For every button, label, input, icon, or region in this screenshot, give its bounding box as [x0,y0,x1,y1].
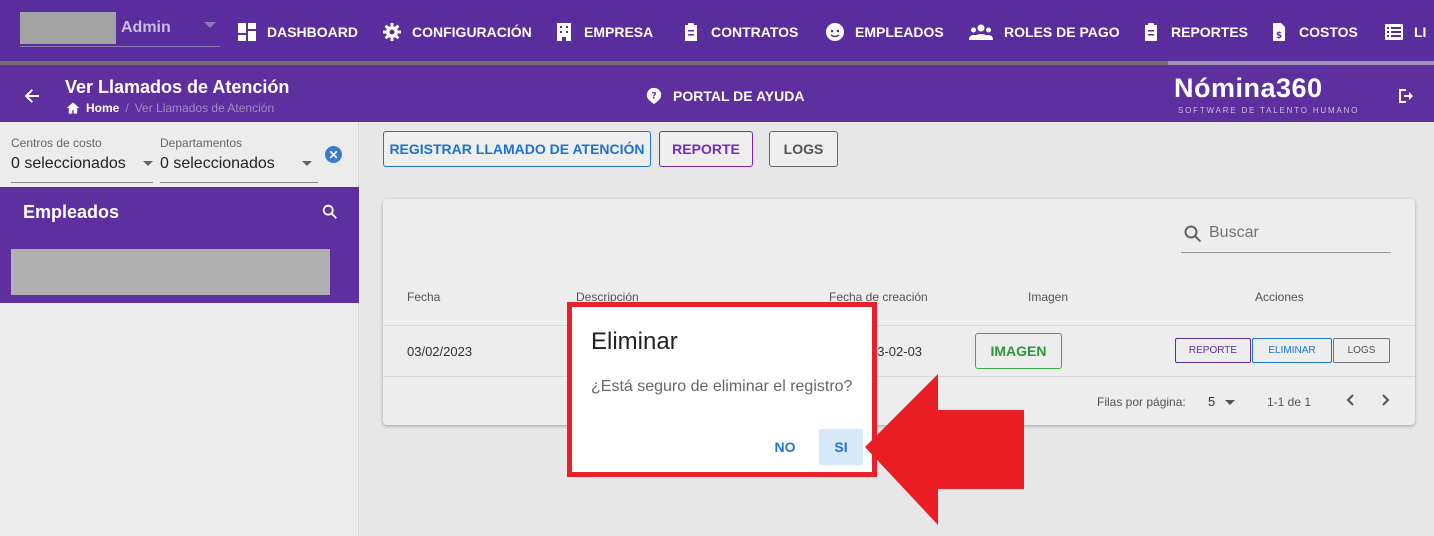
dialog-message: ¿Está seguro de eliminar el registro? [591,378,853,395]
clipboard-icon [1145,23,1157,41]
nav-dashboard-label: DASHBOARD [267,24,358,40]
svg-text:$: $ [1276,31,1282,41]
nav-contratos[interactable]: CONTRATOS [681,0,798,64]
nav-empleados-label: EMPLEADOS [855,24,944,40]
building-icon [557,23,571,41]
help-portal-link[interactable]: ? PORTAL DE AYUDA [645,87,804,105]
breadcrumb-current: Ver Llamados de Atención [134,101,275,115]
employee-list-item-redacted[interactable] [11,249,330,295]
clipboard-icon [685,23,697,41]
dialog-title: Eliminar [591,328,678,355]
nav-dashboard[interactable]: DASHBOARD [237,0,358,64]
dashboard-icon [238,23,256,41]
nav-costos-label: COSTOS [1299,24,1358,40]
user-avatar-redacted[interactable] [20,12,116,44]
cost-center-select[interactable]: 0 seleccionados [11,155,126,173]
department-underline [160,182,318,183]
department-caret-icon[interactable] [302,161,312,166]
file-dollar-icon: $ [1273,23,1285,41]
nav-reportes-label: REPORTES [1171,24,1249,40]
home-icon[interactable] [66,101,80,115]
cost-center-label: Centros de costo [11,136,102,150]
group-icon [969,24,993,40]
dialog-no-button[interactable]: NO [762,430,808,464]
pointer-arrow-annotation [865,374,1024,525]
face-icon [826,23,844,41]
brand-logo: Nómina360 [1174,73,1323,103]
gear-icon [383,23,401,41]
page-title: Ver Llamados de Atención [65,77,290,97]
nav-roles-de-pago[interactable]: ROLES DE PAGO [968,0,1120,64]
nav-empleados[interactable]: EMPLEADOS [825,0,944,64]
nav-contratos-label: CONTRATOS [711,24,799,40]
nav-empresa-label: EMPRESA [584,24,654,40]
nav-li[interactable]: LI [1384,0,1426,64]
clear-filters-icon[interactable]: ✕ [325,146,342,163]
department-label: Departamentos [160,136,243,150]
logout-icon[interactable] [1396,86,1416,106]
cost-center-underline [11,182,153,183]
employees-title: Empleados [23,202,120,222]
nav-reportes[interactable]: REPORTES [1141,0,1248,64]
nav-costos[interactable]: $ COSTOS [1269,0,1358,64]
nav-configuracion-label: CONFIGURACIÓN [412,24,532,40]
back-arrow-icon[interactable] [22,86,42,106]
department-select[interactable]: 0 seleccionados [160,155,275,173]
list-icon [1385,24,1403,40]
user-role-label[interactable]: Admin [121,19,171,37]
brand-tagline: SOFTWARE DE TALENTO HUMANO [1178,106,1360,115]
help-portal-label: PORTAL DE AYUDA [673,88,805,104]
search-icon[interactable] [321,203,339,221]
user-menu-caret-icon[interactable] [204,22,216,28]
nav-configuracion[interactable]: CONFIGURACIÓN [382,0,532,64]
user-select-underline [20,46,220,47]
left-panel [0,122,359,536]
breadcrumb-separator: / [125,101,129,115]
svg-text:?: ? [651,92,656,102]
breadcrumb: Home / Ver Llamados de Atención [66,101,274,115]
nav-li-label: LI [1414,24,1427,40]
nav-roles-de-pago-label: ROLES DE PAGO [1004,24,1120,40]
help-icon: ? [646,87,662,105]
cost-center-caret-icon[interactable] [143,161,153,166]
nav-empresa[interactable]: EMPRESA [554,0,653,64]
breadcrumb-home[interactable]: Home [86,101,119,115]
